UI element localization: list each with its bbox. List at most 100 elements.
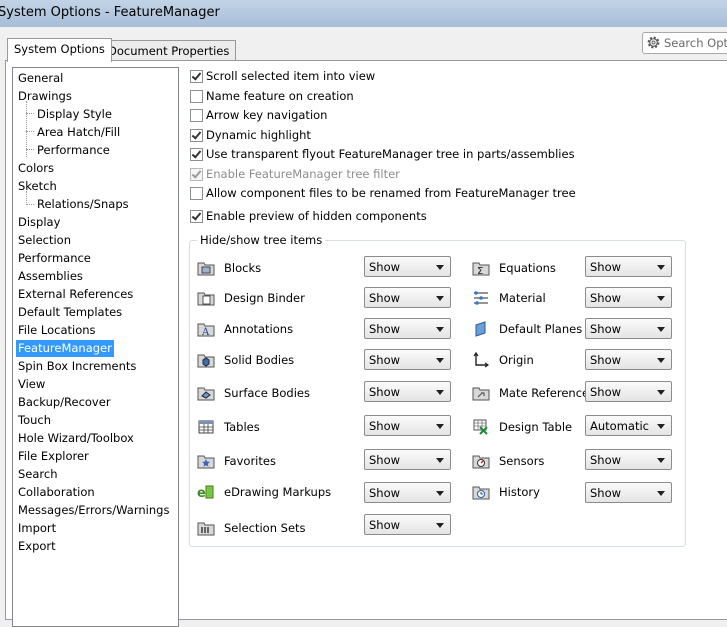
dropdown-value: Show (369, 260, 401, 274)
blocks-dropdown[interactable]: Show (364, 256, 451, 277)
nav-item-performance[interactable]: Performance (16, 250, 93, 267)
dropdown-value: Automatic (590, 419, 649, 433)
design-table-icon (473, 419, 488, 435)
nav-item-drawings[interactable]: Drawings (16, 88, 74, 105)
chevron-down-icon (436, 358, 444, 363)
solid-bodies-dropdown[interactable]: Show (364, 349, 451, 370)
selection-sets-dropdown[interactable]: Show (364, 514, 451, 535)
material-dropdown[interactable]: Show (585, 287, 672, 308)
group-title: Hide/show tree items (197, 233, 326, 247)
default-planes-dropdown[interactable]: Show (585, 318, 672, 339)
checkbox[interactable] (190, 90, 203, 103)
checkbox (190, 168, 203, 181)
search-placeholder: Search Optic (664, 36, 727, 50)
nav-item-import[interactable]: Import (16, 520, 58, 537)
nav-item-featuremanager[interactable]: FeatureManager (16, 340, 114, 357)
chevron-down-icon (657, 358, 665, 363)
nav-item-colors[interactable]: Colors (16, 160, 56, 177)
dropdown-value: Show (369, 322, 401, 336)
favorites-dropdown[interactable]: Show (364, 449, 451, 470)
nav-item-file-explorer[interactable]: File Explorer (16, 448, 91, 465)
tree-item-label: Equations (499, 261, 556, 275)
nav-item-spin-box-increments[interactable]: Spin Box Increments (16, 358, 138, 375)
chevron-down-icon (436, 265, 444, 270)
edrawing-markups-icon: e (197, 485, 214, 501)
window-title: System Options - FeatureManager (0, 5, 220, 20)
nav-item-area-hatch-fill[interactable]: Area Hatch/Fill (35, 124, 122, 141)
design-table-dropdown[interactable]: Automatic (585, 415, 672, 436)
surface-bodies-dropdown[interactable]: Show (364, 381, 451, 402)
edrawing-markups-dropdown[interactable]: Show (364, 482, 451, 503)
nav-item-hole-wizard-toolbox[interactable]: Hole Wizard/Toolbox (16, 430, 136, 447)
nav-item-drawings-performance[interactable]: Performance (35, 142, 112, 159)
nav-item-view[interactable]: View (16, 376, 47, 393)
tree-item-label: Selection Sets (224, 521, 306, 535)
title-bar: System Options - FeatureManager (0, 0, 727, 28)
dropdown-value: Show (369, 453, 401, 467)
mate-references-icon (472, 387, 490, 401)
tree-item-label: Origin (499, 353, 534, 367)
history-icon (472, 486, 490, 500)
tree-item-label: Sensors (499, 454, 545, 468)
svg-text:e: e (197, 486, 206, 501)
nav-item-sketch[interactable]: Sketch (16, 178, 59, 195)
origin-dropdown[interactable]: Show (585, 349, 672, 370)
dropdown-value: Show (369, 518, 401, 532)
design-binder-dropdown[interactable]: Show (364, 287, 451, 308)
svg-text:A: A (201, 327, 210, 338)
nav-item-selection[interactable]: Selection (16, 232, 73, 249)
option-label: Dynamic highlight (206, 128, 311, 142)
tree-item-label: Mate References (499, 386, 596, 400)
nav-item-assemblies[interactable]: Assemblies (16, 268, 85, 285)
option-label: Enable preview of hidden components (206, 209, 427, 223)
nav-item-display-style[interactable]: Display Style (35, 106, 114, 123)
chevron-down-icon (657, 390, 665, 395)
nav-item-external-references[interactable]: External References (16, 286, 135, 303)
tab-system-options[interactable]: System Options (7, 38, 112, 62)
nav-item-touch[interactable]: Touch (16, 412, 53, 429)
solid-bodies-icon (197, 354, 215, 368)
checkbox[interactable] (190, 109, 203, 122)
nav-item-file-locations[interactable]: File Locations (16, 322, 98, 339)
chevron-down-icon (657, 424, 665, 429)
nav-item-messages-errors-warnings[interactable]: Messages/Errors/Warnings (16, 502, 171, 519)
checkbox[interactable] (190, 129, 203, 142)
tree-item-label: eDrawing Markups (224, 485, 332, 499)
tree-item-label: Blocks (224, 261, 262, 275)
nav-item-backup-recover[interactable]: Backup/Recover (16, 394, 113, 411)
tree-item-label: Solid Bodies (224, 353, 295, 367)
nav-item-search[interactable]: Search (16, 466, 60, 483)
tables-dropdown[interactable]: Show (364, 415, 451, 436)
nav-item-general[interactable]: General (16, 70, 65, 87)
options-nav-tree[interactable]: General Drawings Display Style Area Hatc… (12, 67, 179, 627)
history-dropdown[interactable]: Show (585, 482, 672, 503)
nav-item-display[interactable]: Display (16, 214, 62, 231)
nav-item-relations-snaps[interactable]: Relations/Snaps (35, 196, 131, 213)
tab-strip: System Options Document Properties (0, 27, 727, 62)
tab-document-properties[interactable]: Document Properties (101, 40, 237, 61)
checkbox[interactable] (190, 187, 203, 200)
mate-references-dropdown[interactable]: Show (585, 381, 672, 402)
nav-item-default-templates[interactable]: Default Templates (16, 304, 124, 321)
chevron-down-icon (657, 327, 665, 332)
option-label: Arrow key navigation (206, 108, 328, 122)
blocks-icon (197, 262, 215, 276)
annotations-dropdown[interactable]: Show (364, 318, 451, 339)
nav-item-export[interactable]: Export (16, 538, 58, 555)
chevron-down-icon (436, 327, 444, 332)
tree-item-label: Material (499, 291, 546, 305)
material-icon (474, 291, 488, 305)
checkbox[interactable] (190, 70, 203, 83)
tree-item-label: Design Table (499, 420, 573, 434)
checkbox[interactable] (190, 148, 203, 161)
search-options-box[interactable]: Search Optic (642, 32, 727, 54)
checkbox[interactable] (190, 210, 203, 223)
nav-item-collaboration[interactable]: Collaboration (16, 484, 97, 501)
equations-dropdown[interactable]: Show (585, 256, 672, 277)
annotations-icon: A (197, 323, 215, 338)
dropdown-value: Show (590, 385, 622, 399)
sensors-dropdown[interactable]: Show (585, 449, 672, 470)
tree-item-label: Favorites (224, 454, 276, 468)
dropdown-value: Show (369, 353, 401, 367)
chevron-down-icon (436, 296, 444, 301)
